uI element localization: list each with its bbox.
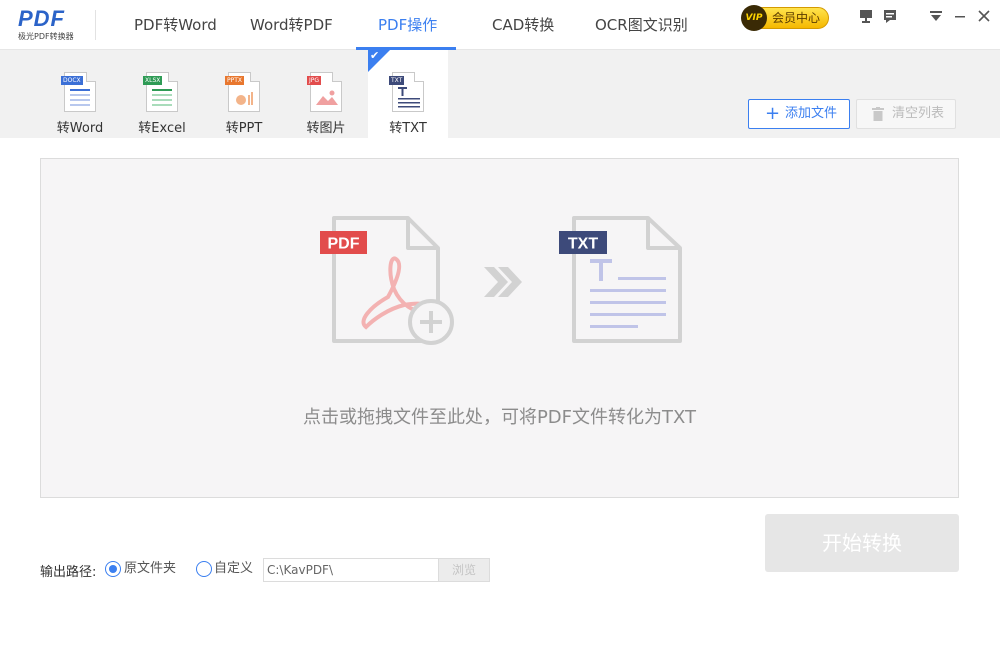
tool-to-ppt[interactable]: PPTX 转PPT xyxy=(204,50,284,138)
minimize-icon[interactable] xyxy=(952,8,968,24)
docx-file-icon: DOCX xyxy=(61,72,96,112)
tool-to-word[interactable]: DOCX 转Word xyxy=(40,50,120,138)
svg-text:TXT: TXT xyxy=(568,236,598,253)
radio-original-folder[interactable] xyxy=(105,561,121,577)
tool-label: 转Excel xyxy=(138,121,186,136)
drop-hint-text: 点击或拖拽文件至此处，可将PDF文件转化为TXT xyxy=(302,407,697,428)
tool-to-txt[interactable]: ✔ TXT 转TXT xyxy=(368,49,448,138)
tab-pdf-to-word[interactable]: PDF转Word xyxy=(134,0,217,50)
clear-list-label: 清空列表 xyxy=(892,106,945,121)
xlsx-file-icon: XLSX xyxy=(143,72,178,112)
jpg-file-icon: JPG xyxy=(307,72,342,112)
svg-text:PDF: PDF xyxy=(328,236,360,253)
tab-ocr[interactable]: OCR图文识别 xyxy=(595,0,688,50)
tool-label: 转TXT xyxy=(389,121,427,136)
file-drop-zone[interactable]: PDF TXT 点击或拖拽文件至此处，可将PDF文件转化为TXT xyxy=(40,158,959,498)
logo-subtitle: 极光PDF转换器 xyxy=(18,32,74,41)
pdf-tag-badge: PDF xyxy=(320,231,367,254)
tab-word-to-pdf[interactable]: Word转PDF xyxy=(250,0,333,50)
vip-member-center-button[interactable]: VIP 会员中心 xyxy=(741,5,829,31)
radio-custom-folder-label[interactable]: 自定义 xyxy=(214,561,253,577)
tool-label: 转图片 xyxy=(306,121,346,136)
tool-to-excel[interactable]: XLSX 转Excel xyxy=(122,50,202,138)
txt-file-icon: TXT xyxy=(389,72,424,112)
output-path-label: 输出路径: xyxy=(40,565,97,580)
menu-dropdown-icon[interactable] xyxy=(928,8,944,24)
vip-crown-icon: VIP xyxy=(741,5,767,31)
radio-original-folder-label[interactable]: 原文件夹 xyxy=(124,561,176,577)
tab-cad-convert[interactable]: CAD转换 xyxy=(492,0,554,50)
tool-label: 转PPT xyxy=(225,121,263,136)
start-convert-button[interactable]: 开始转换 xyxy=(765,514,959,572)
monitor-icon[interactable] xyxy=(858,8,874,24)
plus-icon: + xyxy=(765,103,781,124)
conversion-toolbar: DOCX 转Word XLSX 转Excel PPTX 转PPT JPG 转图片… xyxy=(0,49,1000,138)
add-file-label: 添加文件 xyxy=(785,106,838,121)
browse-button[interactable]: 浏览 xyxy=(439,558,490,582)
logo-text: PDF xyxy=(18,6,65,31)
check-icon: ✔ xyxy=(370,49,380,62)
output-path-input[interactable] xyxy=(263,558,439,582)
tool-to-image[interactable]: JPG 转图片 xyxy=(286,50,366,138)
add-file-button[interactable]: + 添加文件 xyxy=(748,99,850,129)
double-arrow-icon xyxy=(484,267,522,297)
message-icon[interactable] xyxy=(882,8,898,24)
close-icon[interactable] xyxy=(976,8,992,24)
trash-icon xyxy=(872,107,884,121)
app-logo: PDF 极光PDF转换器 xyxy=(14,6,84,44)
txt-tag-badge: TXT xyxy=(559,231,607,254)
pdf-to-txt-illustration: PDF TXT xyxy=(320,216,682,345)
pptx-file-icon: PPTX xyxy=(225,72,260,112)
clear-list-button[interactable]: 清空列表 xyxy=(856,99,956,129)
radio-custom-folder[interactable] xyxy=(196,561,212,577)
tab-pdf-operations[interactable]: PDF操作 xyxy=(378,0,437,50)
top-navigation-bar: PDF 极光PDF转换器 PDF转Word Word转PDF PDF操作 CAD… xyxy=(0,0,1000,50)
vip-label: 会员中心 xyxy=(772,11,821,25)
tool-label: 转Word xyxy=(56,121,104,136)
logo-divider xyxy=(95,10,96,40)
